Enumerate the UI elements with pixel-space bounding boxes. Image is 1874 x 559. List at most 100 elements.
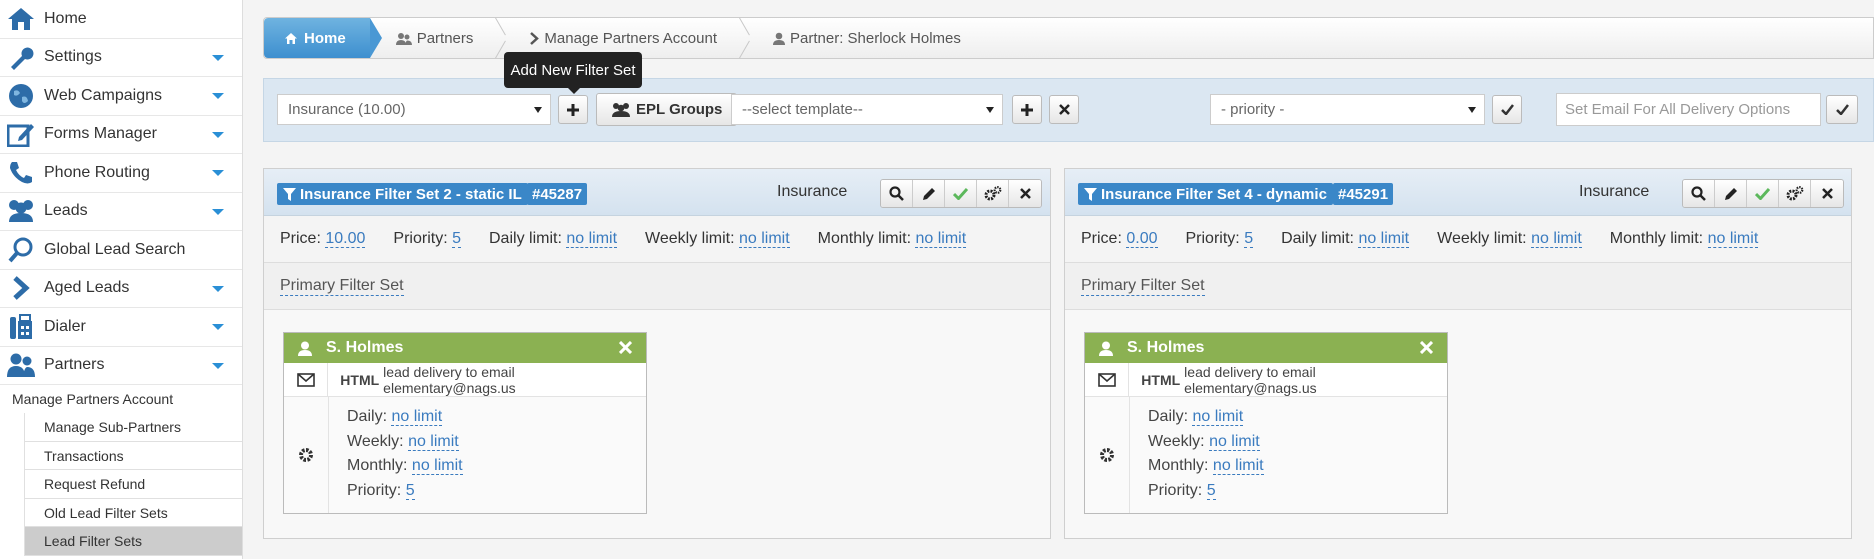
price-value[interactable]: 0.00: [1126, 230, 1158, 248]
card-monthly-value[interactable]: no limit: [411, 457, 463, 475]
priority-value[interactable]: 5: [452, 230, 461, 248]
monthly-limit-label: Monthly limit:: [817, 230, 912, 247]
filter-set-panel: Insurance Filter Set 4 - dynamic #45291 …: [1064, 168, 1852, 539]
add-filter-set-button[interactable]: [558, 95, 588, 124]
sidebar-subitem-transactions[interactable]: Transactions: [24, 441, 242, 470]
gear-icon[interactable]: [1085, 397, 1130, 513]
chevron-down-icon[interactable]: [212, 208, 224, 215]
card-daily-value[interactable]: no limit: [1192, 408, 1244, 426]
weekly-limit-value[interactable]: no limit: [1531, 230, 1582, 248]
sidebar-item-label: Global Lead Search: [44, 240, 186, 258]
sidebar-item-label: Phone Routing: [44, 163, 150, 181]
filter-set-title[interactable]: Insurance Filter Set 4 - dynamic: [1078, 183, 1333, 205]
search-icon: [6, 235, 36, 265]
primary-filter-set-link[interactable]: Primary Filter Set: [280, 277, 404, 296]
sidebar-subitem-old-lead-filter-sets[interactable]: Old Lead Filter Sets: [24, 498, 242, 527]
sidebar-item-partners[interactable]: Partners: [0, 347, 242, 385]
search-button[interactable]: [881, 180, 913, 207]
settings-button[interactable]: [1779, 180, 1811, 207]
plus-icon: [567, 103, 579, 116]
sidebar-item-global-lead-search[interactable]: Global Lead Search: [0, 231, 242, 270]
template-select[interactable]: --select template--: [731, 94, 1003, 125]
plus-icon: [1021, 103, 1033, 116]
chevron-down-icon[interactable]: [212, 324, 224, 330]
delivery-email-input[interactable]: Set Email For All Delivery Options: [1556, 93, 1821, 126]
breadcrumb-partners[interactable]: Partners: [370, 18, 496, 58]
delete-button[interactable]: [1009, 180, 1041, 207]
sidebar-item-settings[interactable]: Settings: [0, 39, 242, 77]
card-priority-value[interactable]: 5: [405, 481, 415, 500]
chevron-down-icon[interactable]: [212, 170, 224, 176]
sidebar-item-label: Dialer: [44, 317, 86, 335]
edit-button[interactable]: [913, 180, 945, 207]
apply-priority-button[interactable]: [1492, 95, 1522, 124]
chevron-down-icon[interactable]: [212, 93, 224, 99]
breadcrumb-home[interactable]: Home: [264, 18, 382, 58]
card-daily-value[interactable]: no limit: [391, 408, 443, 426]
close-icon[interactable]: [618, 338, 633, 359]
sidebar-item-label: Forms Manager: [44, 125, 157, 143]
sidebar-item-home[interactable]: Home: [0, 0, 242, 39]
card-priority-label: Priority:: [347, 481, 402, 499]
search-button[interactable]: [1683, 180, 1715, 207]
priority-value[interactable]: 5: [1244, 230, 1254, 248]
pencil-icon: [922, 187, 935, 200]
sidebar-item-forms-manager[interactable]: Forms Manager: [0, 116, 242, 154]
sidebar-item-label: Leads: [44, 202, 88, 220]
sidebar-item-aged-leads[interactable]: Aged Leads: [0, 270, 242, 308]
chevron-down-icon[interactable]: [212, 54, 224, 61]
filter-set-title[interactable]: Insurance Filter Set 2 - static IL: [277, 183, 528, 205]
card-monthly-value[interactable]: no limit: [1212, 457, 1264, 475]
sidebar-item-dialer[interactable]: Dialer: [0, 308, 242, 347]
filter-set-id: #45291: [1333, 183, 1394, 205]
apply-email-button[interactable]: [1826, 95, 1858, 124]
sidebar-subitem-request-refund[interactable]: Request Refund: [24, 470, 242, 499]
sidebar: Home Settings Web Campaigns Forms Manage…: [0, 0, 243, 559]
approve-button[interactable]: [945, 180, 977, 207]
weekly-limit-label: Weekly limit:: [645, 230, 735, 247]
delete-button[interactable]: [1811, 180, 1843, 207]
delivery-method-row: HTML lead delivery to email elementary@na…: [284, 363, 646, 397]
chevron-down-icon[interactable]: [212, 131, 224, 138]
approve-button[interactable]: [1747, 180, 1779, 207]
card-weekly-value[interactable]: no limit: [1209, 432, 1260, 451]
card-priority-value[interactable]: 5: [1206, 481, 1216, 500]
price-value[interactable]: 10.00: [325, 230, 366, 248]
card-weekly-value[interactable]: no limit: [408, 432, 459, 451]
monthly-limit-value[interactable]: no limit: [1707, 230, 1759, 248]
sidebar-item-label: Home: [44, 9, 87, 27]
breadcrumb-home-label: Home: [304, 29, 346, 47]
chevron-down-icon[interactable]: [212, 285, 224, 292]
primary-filter-set-link[interactable]: Primary Filter Set: [1081, 277, 1205, 296]
settings-button[interactable]: [977, 180, 1009, 207]
monthly-limit-value[interactable]: no limit: [915, 230, 967, 248]
gear-icon[interactable]: [284, 397, 329, 513]
sidebar-item-phone-routing[interactable]: Phone Routing: [0, 154, 242, 193]
sidebar-subitem-lead-filter-sets[interactable]: Lead Filter Sets: [24, 527, 242, 556]
priority-select[interactable]: - priority -: [1210, 94, 1485, 125]
filter-set-category: Insurance: [777, 183, 848, 200]
close-icon[interactable]: [1419, 338, 1434, 359]
add-template-button[interactable]: [1012, 95, 1042, 124]
wrench-icon: [6, 42, 36, 72]
sidebar-item-web-campaigns[interactable]: Web Campaigns: [0, 77, 242, 116]
chevron-down-icon[interactable]: [212, 362, 224, 369]
close-icon: [1019, 188, 1031, 199]
check-icon: [953, 187, 968, 200]
sidebar-item-leads[interactable]: Leads: [0, 193, 242, 231]
epl-groups-button[interactable]: EPL Groups: [596, 93, 738, 126]
filter-set-category: Insurance: [1579, 183, 1650, 200]
edit-button[interactable]: [1715, 180, 1747, 207]
weekly-limit-value[interactable]: no limit: [738, 230, 790, 248]
remove-template-button[interactable]: [1049, 95, 1079, 124]
daily-limit-value[interactable]: no limit: [566, 230, 618, 248]
filter-icon: [1084, 187, 1097, 201]
delivery-method-row: HTML lead delivery to email elementary@na…: [1085, 363, 1447, 397]
monthly-limit-label: Monthly limit:: [1609, 230, 1704, 247]
insurance-select[interactable]: Insurance (10.00): [277, 94, 551, 125]
filter-toolbar: Insurance (10.00) EPL Groups --select te…: [263, 78, 1874, 142]
daily-limit-value[interactable]: no limit: [1358, 230, 1410, 248]
sidebar-subitem-manage-partners-account[interactable]: Manage Partners Account: [0, 385, 242, 413]
filter-set-limits: Price: 10.00 Priority: 5 Daily limit: no…: [264, 216, 1050, 263]
sidebar-subitem-manage-sub-partners[interactable]: Manage Sub-Partners: [24, 413, 242, 442]
